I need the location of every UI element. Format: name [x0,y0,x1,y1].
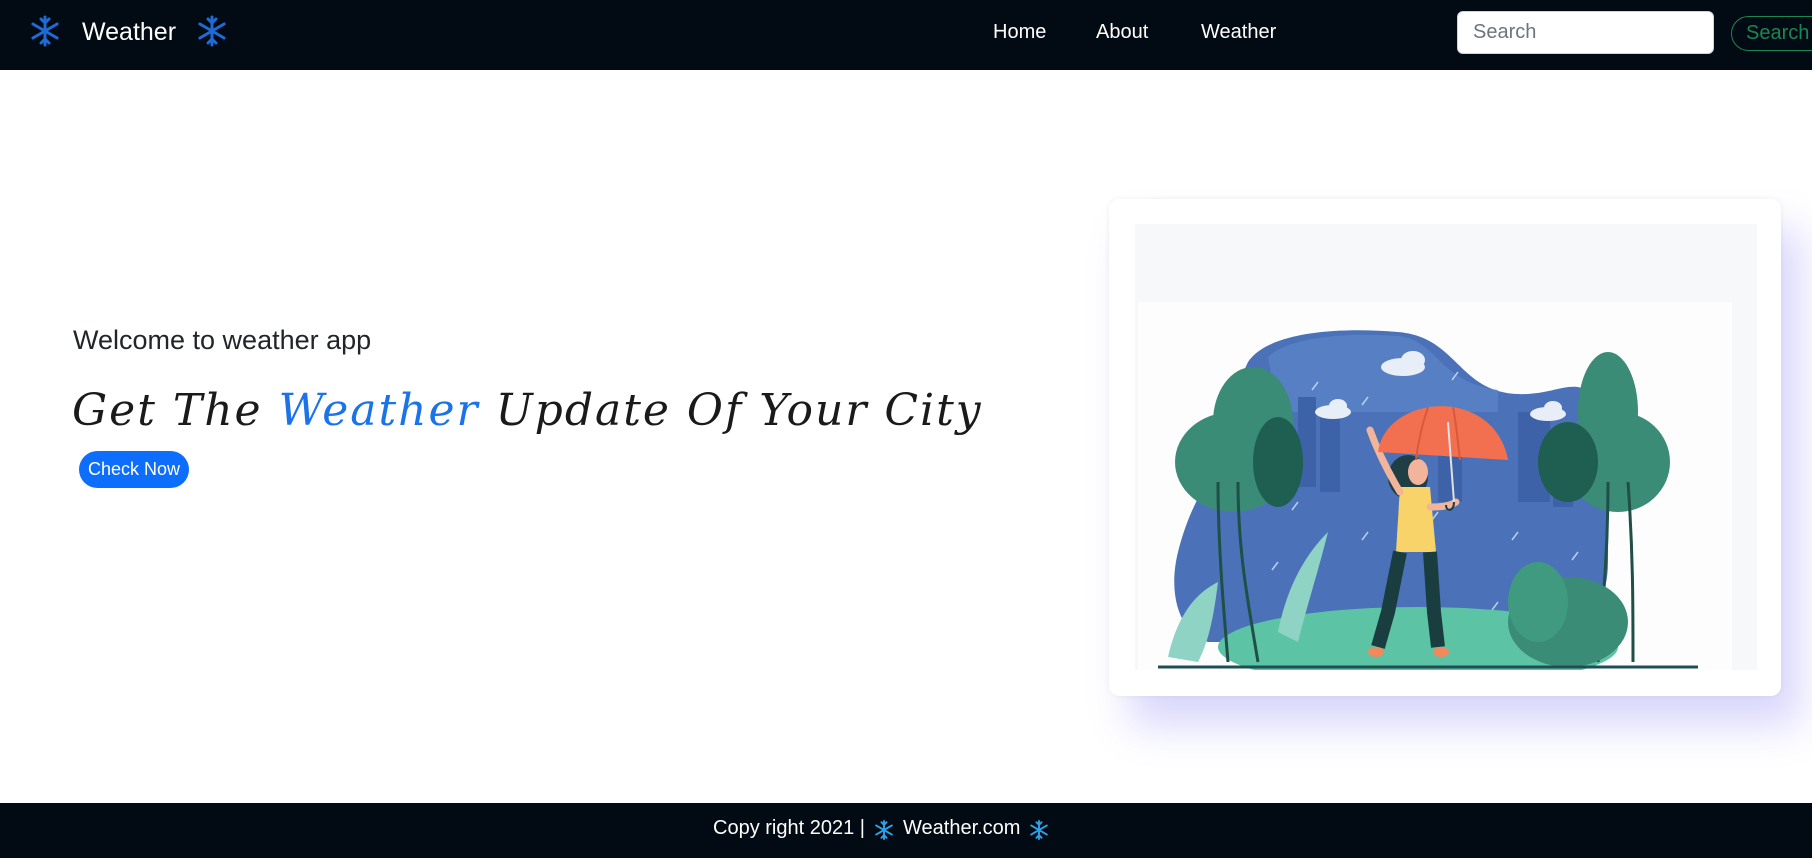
illustration-card [1109,199,1781,696]
illustration-panel [1138,302,1732,687]
snowflake-icon [1030,819,1048,841]
headline: Get The Weather Update Of Your City [72,385,983,436]
nav-link-home[interactable]: Home [993,21,1046,44]
snowflake-icon [198,15,226,47]
snowflake-icon [875,819,893,841]
headline-part: Update Of Your City [479,385,983,436]
footer-copyright: Copy right 2021 | [713,817,865,839]
woman-with-umbrella-in-rain-illustration [1158,330,1698,687]
check-now-button[interactable]: Check Now [79,451,189,488]
headline-part: Get The [72,385,279,436]
nav-link-weather[interactable]: Weather [1201,21,1276,44]
search-input[interactable] [1457,11,1714,54]
snowflake-icon [31,15,59,47]
footer-site-link[interactable]: Weather.com [903,817,1020,840]
welcome-text: Welcome to weather app [73,325,372,355]
footer: Copy right 2021 | Weather.com [0,803,1812,858]
search-button[interactable]: Search [1731,16,1812,51]
illustration-frame [1135,224,1757,687]
nav-link-about[interactable]: About [1096,21,1148,44]
navbar: Weather Home About Weather Search [0,0,1812,70]
headline-accent: Weather [278,385,480,436]
brand-title[interactable]: Weather [82,18,176,47]
